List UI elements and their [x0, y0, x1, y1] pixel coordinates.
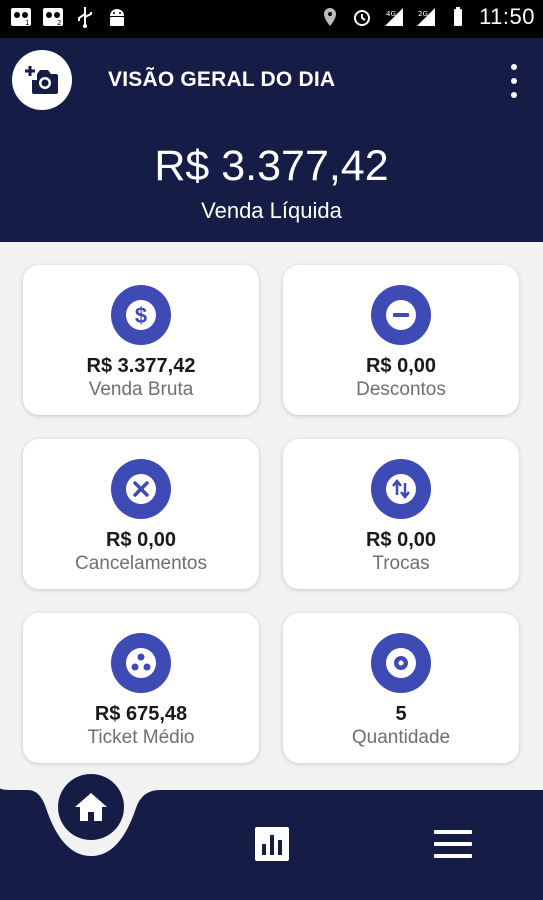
net-sales-label: Venda Líquida: [201, 198, 342, 223]
summary-cards: $ R$ 3.377,42 Venda Bruta R$ 0,00 Descon…: [23, 265, 519, 763]
status-bar: 1 2 4G 2G 11:50: [0, 0, 543, 38]
android-debug-icon: [110, 9, 124, 26]
card-value: R$ 675,48: [94, 703, 188, 725]
card-label: Trocas: [372, 553, 430, 574]
location-icon: [324, 8, 337, 26]
swap-icon: [386, 474, 416, 504]
voicemail-2-icon: 2: [43, 8, 63, 27]
svg-text:4G: 4G: [386, 10, 396, 18]
reports-button[interactable]: [254, 826, 290, 862]
quantity-icon: [386, 648, 416, 678]
card-value: R$ 3.377,42: [86, 355, 196, 377]
card-label: Quantidade: [351, 727, 451, 748]
card-value: R$ 0,00: [365, 529, 437, 551]
card-cancellations[interactable]: R$ 0,00 Cancelamentos: [23, 439, 259, 589]
svg-text:$: $: [135, 303, 147, 328]
card-discounts[interactable]: R$ 0,00 Descontos: [283, 265, 519, 415]
status-time: 11:50: [479, 4, 535, 29]
net-sales-value: R$ 3.377,42: [154, 142, 389, 190]
card-label: Ticket Médio: [87, 727, 195, 748]
home-icon: [75, 793, 107, 821]
battery-icon: [454, 7, 463, 26]
bar-chart-icon: [255, 827, 289, 861]
signal-2g-icon: 2G: [417, 8, 436, 26]
add-photo-button[interactable]: [12, 50, 72, 110]
svg-text:2: 2: [57, 19, 61, 27]
app-header: VISÃO GERAL DO DIA R$ 3.377,42 Venda Líq…: [0, 38, 543, 242]
card-exchanges[interactable]: R$ 0,00 Trocas: [283, 439, 519, 589]
ticket-icon: [126, 648, 156, 678]
hamburger-menu-icon: [434, 830, 472, 834]
usb-icon: [78, 7, 92, 28]
alarm-icon: [354, 10, 371, 26]
more-vertical-icon: [511, 64, 517, 70]
card-average-ticket[interactable]: R$ 675,48 Ticket Médio: [23, 613, 259, 763]
add-photo-icon: [25, 66, 58, 94]
cancel-icon: [126, 474, 156, 504]
card-value: 5: [395, 703, 407, 725]
main-menu-button[interactable]: [434, 830, 472, 858]
minus-icon: [386, 300, 416, 330]
card-value: R$ 0,00: [105, 529, 177, 551]
svg-text:2G: 2G: [418, 10, 428, 18]
voicemail-1-icon: 1: [11, 8, 31, 27]
card-value: R$ 0,00: [365, 355, 437, 377]
page-title: VISÃO GERAL DO DIA: [108, 68, 336, 91]
more-options-button[interactable]: [507, 64, 521, 98]
dollar-icon: $: [126, 300, 156, 330]
home-button[interactable]: [58, 774, 124, 840]
card-quantity[interactable]: 5 Quantidade: [283, 613, 519, 763]
card-label: Cancelamentos: [74, 553, 208, 574]
svg-text:1: 1: [25, 19, 29, 27]
card-label: Descontos: [356, 379, 446, 400]
signal-4g-icon: 4G: [385, 8, 404, 26]
card-gross-sales[interactable]: $ R$ 3.377,42 Venda Bruta: [23, 265, 259, 415]
card-label: Venda Bruta: [88, 379, 194, 400]
